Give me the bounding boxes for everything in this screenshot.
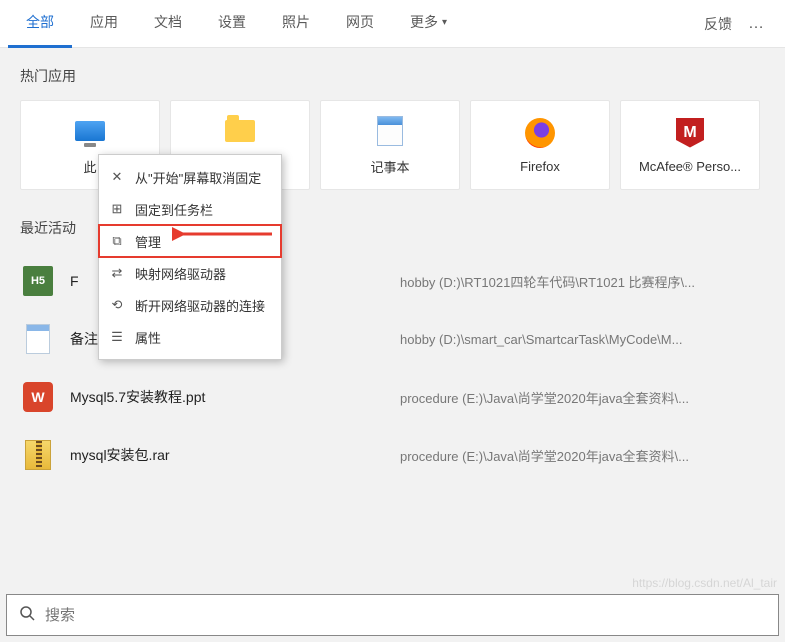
more-options-icon[interactable]: … xyxy=(748,15,765,33)
file-name: mysql安装包.rar xyxy=(70,445,400,465)
file-path: hobby (D:)\smart_car\SmartcarTask\MyCode… xyxy=(400,332,765,347)
ctx-label: 固定到任务栏 xyxy=(135,200,213,219)
search-bar[interactable] xyxy=(6,594,779,636)
folder-icon xyxy=(224,115,256,147)
file-path: procedure (E:)\Java\尚学堂2020年java全套资料\... xyxy=(400,446,765,465)
file-icon: W xyxy=(20,379,56,415)
tab-all[interactable]: 全部 xyxy=(8,0,72,48)
ctx-label: 属性 xyxy=(135,328,161,347)
ctx-manage[interactable]: ⧉ 管理 xyxy=(99,225,281,257)
ctx-properties[interactable]: ☰ 属性 xyxy=(99,321,281,353)
recent-item[interactable]: mysql安装包.rar procedure (E:)\Java\尚学堂2020… xyxy=(20,426,765,484)
app-card-mcafee[interactable]: McAfee® Perso... xyxy=(620,100,760,190)
ctx-pin-taskbar[interactable]: ⊞ 固定到任务栏 xyxy=(99,193,281,225)
tab-settings[interactable]: 设置 xyxy=(200,0,264,48)
ctx-unpin-start[interactable]: ✕ 从"开始"屏幕取消固定 xyxy=(99,161,281,193)
app-card-firefox[interactable]: Firefox xyxy=(470,100,610,190)
monitor-icon xyxy=(74,115,106,147)
chevron-down-icon: ▾ xyxy=(442,17,447,28)
file-icon: H5 xyxy=(20,263,56,299)
watermark: https://blog.csdn.net/Al_tair xyxy=(632,576,777,590)
top-tabs: 全部 应用 文档 设置 照片 网页 更多 ▾ 反馈 … xyxy=(0,0,785,48)
manage-icon: ⧉ xyxy=(109,233,125,249)
file-icon xyxy=(20,437,56,473)
file-path: hobby (D:)\RT1021四轮车代码\RT1021 比赛程序\... xyxy=(400,272,765,291)
section-hot-apps-title: 热门应用 xyxy=(20,66,765,86)
tab-more-label: 更多 xyxy=(410,12,438,32)
ctx-label: 断开网络驱动器的连接 xyxy=(135,296,265,315)
top-right: 反馈 … xyxy=(704,14,777,34)
tab-docs[interactable]: 文档 xyxy=(136,0,200,48)
ctx-label: 从"开始"屏幕取消固定 xyxy=(135,168,261,187)
app-card-notepad[interactable]: 记事本 xyxy=(320,100,460,190)
properties-icon: ☰ xyxy=(109,329,125,345)
feedback-link[interactable]: 反馈 xyxy=(704,14,732,34)
file-icon xyxy=(20,321,56,357)
ctx-label: 管理 xyxy=(135,232,161,251)
file-name: Mysql5.7安装教程.ppt xyxy=(70,387,400,407)
search-icon xyxy=(19,605,35,626)
ctx-map-drive[interactable]: ⇄ 映射网络驱动器 xyxy=(99,257,281,289)
firefox-icon xyxy=(524,117,556,149)
ctx-disconnect-drive[interactable]: ⟲ 断开网络驱动器的连接 xyxy=(99,289,281,321)
app-label: McAfee® Perso... xyxy=(639,159,741,174)
disconnect-drive-icon: ⟲ xyxy=(109,297,125,313)
map-drive-icon: ⇄ xyxy=(109,265,125,281)
app-label: 此 xyxy=(83,157,96,176)
recent-item[interactable]: W Mysql5.7安装教程.ppt procedure (E:)\Java\尚… xyxy=(20,368,765,426)
ctx-label: 映射网络驱动器 xyxy=(135,264,226,283)
app-label: Firefox xyxy=(520,159,560,174)
app-label: 记事本 xyxy=(370,157,409,176)
tab-web[interactable]: 网页 xyxy=(328,0,392,48)
file-path: procedure (E:)\Java\尚学堂2020年java全套资料\... xyxy=(400,388,765,407)
pin-icon: ⊞ xyxy=(109,201,125,217)
tab-more[interactable]: 更多 ▾ xyxy=(392,0,465,48)
notepad-icon xyxy=(374,115,406,147)
mcafee-icon xyxy=(674,117,706,149)
search-input[interactable] xyxy=(45,607,766,624)
tab-apps[interactable]: 应用 xyxy=(72,0,136,48)
tab-photos[interactable]: 照片 xyxy=(264,0,328,48)
context-menu: ✕ 从"开始"屏幕取消固定 ⊞ 固定到任务栏 ⧉ 管理 ⇄ 映射网络驱动器 ⟲ … xyxy=(98,154,282,360)
unpin-icon: ✕ xyxy=(109,169,125,185)
